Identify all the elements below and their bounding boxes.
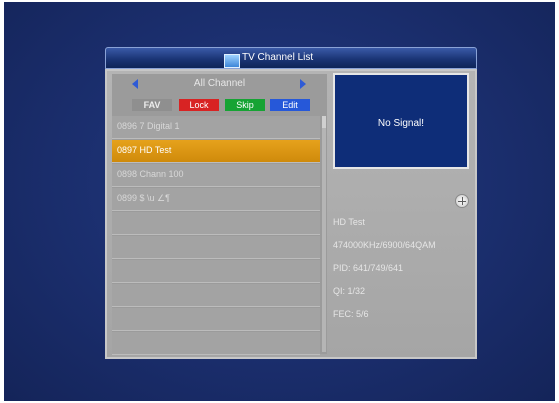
empty-row [112, 260, 320, 283]
video-preview: No Signal! [333, 73, 469, 169]
signal-status: No Signal! [377, 118, 425, 129]
empty-row [112, 284, 320, 307]
channel-list-pane: All Channel FAV Lock Skip Edit 0896 7 Di… [112, 74, 327, 356]
empty-row [112, 212, 320, 235]
channel-row-selected[interactable]: 0897 HD Test [112, 140, 320, 163]
lock-button[interactable]: Lock [179, 99, 219, 111]
channel-label: 0896 7 Digital 1 [117, 121, 180, 131]
scrollbar-thumb[interactable] [322, 116, 326, 128]
arrow-right-icon[interactable] [300, 79, 306, 89]
frequency-info: 474000KHz/6900/64QAM [333, 240, 436, 250]
channel-label: 0897 HD Test [117, 145, 172, 155]
window-title: TV Channel List [242, 52, 314, 63]
channel-list-window: TV Channel List All Channel FAV Lock Ski… [105, 47, 477, 359]
channel-list: 0896 7 Digital 1 0897 HD Test 0898 Chann… [112, 116, 320, 356]
channel-name: HD Test [333, 217, 365, 227]
scrollbar[interactable] [322, 116, 326, 352]
channel-row[interactable]: 0898 Chann 100 [112, 164, 320, 187]
tv-screen: TV Channel List All Channel FAV Lock Ski… [4, 2, 555, 401]
group-label: All Channel [193, 78, 246, 89]
qi-info: QI: 1/32 [333, 286, 366, 296]
empty-row [112, 332, 320, 355]
channel-row[interactable]: 0896 7 Digital 1 [112, 116, 320, 139]
channel-label: 0898 Chann 100 [117, 169, 184, 179]
plus-icon [455, 194, 469, 208]
title-bar: TV Channel List [105, 47, 477, 69]
tv-icon [224, 54, 240, 68]
empty-row [112, 308, 320, 331]
channel-panel: All Channel FAV Lock Skip Edit 0896 7 Di… [105, 69, 477, 359]
skip-button[interactable]: Skip [225, 99, 265, 111]
pid-info: PID: 641/749/641 [333, 263, 404, 273]
channel-label: 0899 $ \u ∠¶ [117, 193, 170, 203]
edit-button[interactable]: Edit [270, 99, 310, 111]
fec-info: FEC: 5/6 [333, 309, 369, 319]
channel-row[interactable]: 0899 $ \u ∠¶ [112, 188, 320, 211]
fav-button[interactable]: FAV [132, 99, 172, 111]
group-selector[interactable]: All Channel [112, 74, 327, 96]
empty-row [112, 236, 320, 259]
